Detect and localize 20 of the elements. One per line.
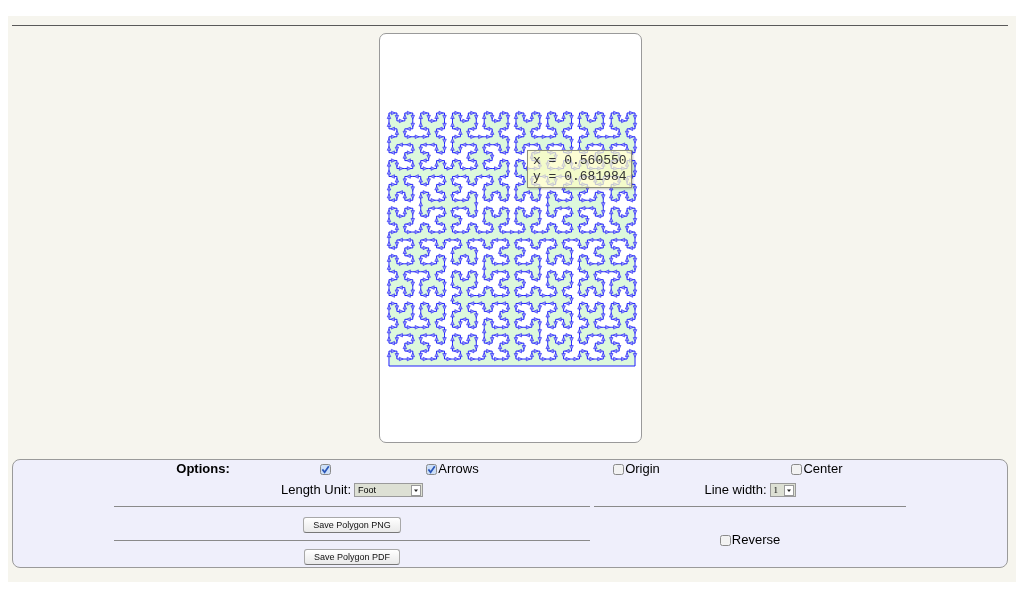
line-width-label: Line width: bbox=[704, 482, 767, 498]
checkbox[interactable] bbox=[719, 534, 731, 546]
save-button[interactable]: Save Polygon PDF bbox=[303, 549, 400, 565]
checkbox-label: Origin bbox=[625, 461, 660, 477]
length-unit-label: Length Unit: bbox=[280, 482, 352, 498]
save-button[interactable]: Save Polygon PNG bbox=[303, 517, 401, 533]
checkbox-label: Reverse bbox=[731, 532, 781, 548]
coordinate-readout: x = 0.560550 bbox=[533, 153, 627, 169]
length-unit-select[interactable]: Foot bbox=[354, 483, 424, 497]
caret-icon bbox=[783, 484, 794, 496]
checkbox[interactable] bbox=[426, 463, 438, 475]
checkbox-label: Center bbox=[803, 461, 843, 477]
checkbox[interactable] bbox=[320, 463, 331, 475]
checkbox[interactable] bbox=[613, 463, 625, 475]
line-width-select[interactable]: 1 bbox=[769, 483, 796, 497]
caret-icon bbox=[411, 484, 422, 496]
checkbox[interactable] bbox=[791, 463, 803, 475]
coordinate-readout: y = 0.681984 bbox=[533, 169, 627, 185]
options-title: Options: bbox=[176, 461, 230, 477]
checkbox-label: Arrows bbox=[438, 461, 479, 477]
